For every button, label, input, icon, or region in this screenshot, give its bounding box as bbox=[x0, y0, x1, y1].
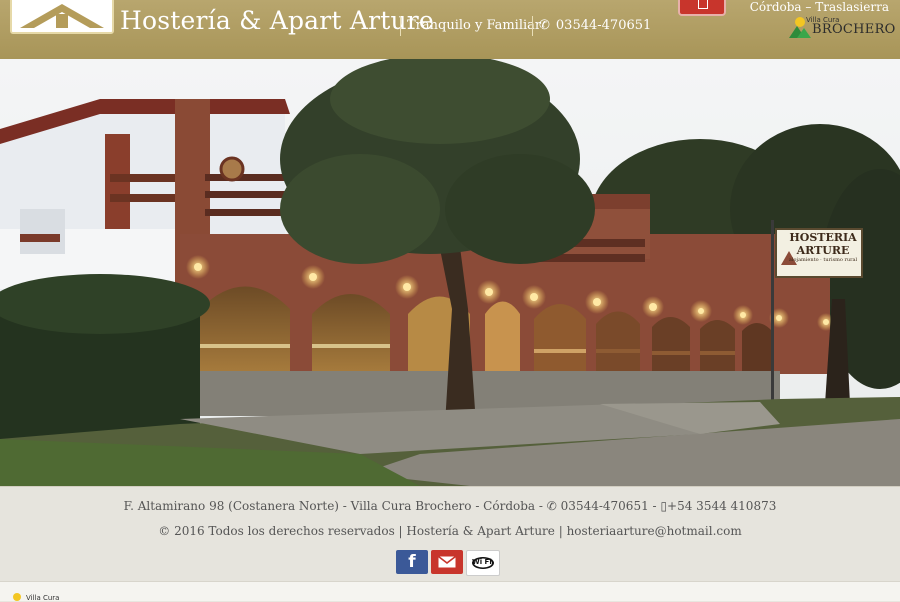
bottom-strip: Villa Cura bbox=[0, 581, 900, 602]
site-footer: F. Altamirano 98 (Costanera Norte) - Vil… bbox=[0, 486, 900, 582]
calendar-tab-button[interactable] bbox=[678, 0, 726, 16]
region-label: Córdoba – Traslasierra bbox=[749, 0, 889, 14]
house-roof-logo-icon[interactable] bbox=[10, 0, 114, 34]
address-line: F. Altamirano 98 (Costanera Norte) - Vil… bbox=[0, 499, 900, 513]
mail-icon[interactable] bbox=[431, 550, 463, 574]
hotel-facade-illustration bbox=[0, 59, 900, 486]
calendar-icon bbox=[698, 0, 708, 9]
wifi-label: Wi Fi bbox=[472, 558, 492, 566]
sign-text: HOSTERIA ARTURE alojamiento · turismo ru… bbox=[786, 231, 860, 264]
sign-line-2: ARTURE bbox=[796, 244, 850, 257]
site-title[interactable]: Hostería & Apart Arture bbox=[120, 6, 434, 35]
copyright-line: © 2016 Todos los derechos reservados | H… bbox=[158, 524, 742, 538]
bottom-logo-text: Villa Cura bbox=[26, 594, 60, 602]
dash: - bbox=[652, 499, 657, 513]
phone-icon: ✆ bbox=[539, 18, 550, 33]
wifi-icon[interactable]: Wi Fi bbox=[466, 550, 500, 576]
facebook-icon[interactable]: f bbox=[396, 550, 428, 574]
footer-phone-2: +54 3544 410873 bbox=[667, 499, 777, 513]
address-text: F. Altamirano 98 (Costanera Norte) - Vil… bbox=[123, 499, 543, 513]
header-phone: ✆ 03544-470651 bbox=[539, 18, 651, 33]
envelope-icon bbox=[438, 556, 456, 568]
phone-number: 03544-470651 bbox=[555, 18, 652, 33]
phone-icon: ✆ bbox=[546, 499, 557, 513]
facebook-letter: f bbox=[408, 552, 416, 572]
footer-phone-1: 03544-470651 bbox=[560, 499, 649, 513]
site-header: Hostería & Apart Arture Tranquilo y Fami… bbox=[0, 0, 900, 60]
villa-cura-mini-logo-icon bbox=[13, 593, 21, 601]
partner-logo-big-text: BROCHERO bbox=[812, 22, 896, 37]
sign-line-1: HOSTERIA bbox=[789, 231, 857, 244]
hero-photo: HOSTERIA ARTURE alojamiento · turismo ru… bbox=[0, 59, 900, 486]
tagline: Tranquilo y Familiar bbox=[407, 18, 542, 33]
divider bbox=[400, 16, 401, 36]
sign-line-3: alojamiento · turismo rural bbox=[788, 257, 858, 263]
divider bbox=[532, 16, 533, 36]
